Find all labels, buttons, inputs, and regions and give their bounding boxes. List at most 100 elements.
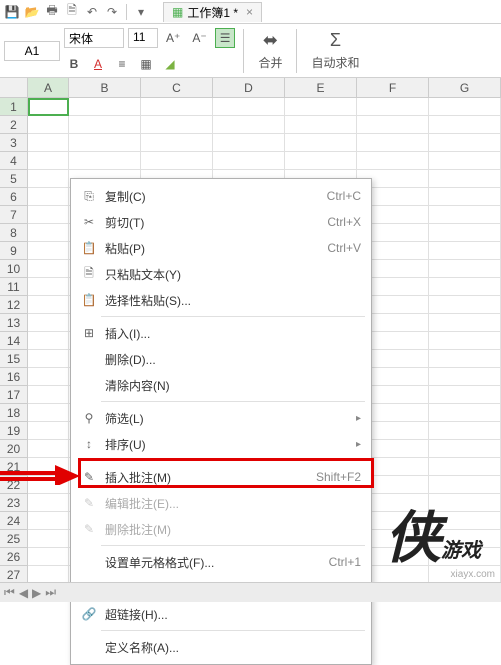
cell[interactable] [28,224,69,242]
row-header[interactable]: 20 [0,440,28,458]
cell[interactable] [429,314,501,332]
row-header[interactable]: 2 [0,116,28,134]
cell[interactable] [141,134,213,152]
cell[interactable] [69,116,141,134]
cell[interactable] [69,134,141,152]
cell[interactable] [28,314,69,332]
cell[interactable] [28,350,69,368]
menu-item[interactable]: 删除(D)... [71,346,371,372]
first-sheet-icon[interactable]: ⏮ [4,585,15,600]
font-color-button[interactable]: A [88,54,108,74]
menu-item[interactable]: 设置单元格格式(F)...Ctrl+1 [71,549,371,575]
merge-button[interactable]: ⬌ 合并 [252,28,288,73]
print-icon[interactable]: 🖶 [44,4,60,20]
cell[interactable] [429,494,501,512]
cell[interactable] [429,242,501,260]
cell[interactable] [429,350,501,368]
cell[interactable] [141,152,213,170]
cell[interactable] [213,116,285,134]
cell[interactable] [429,224,501,242]
prev-sheet-icon[interactable]: ◀ [19,586,28,600]
cell[interactable] [429,170,501,188]
font-select[interactable]: 宋体 [64,28,124,48]
cell[interactable] [28,422,69,440]
cell[interactable] [69,152,141,170]
cell[interactable] [28,206,69,224]
cell[interactable] [28,530,69,548]
menu-item[interactable]: 清除内容(N) [71,372,371,398]
cell[interactable] [28,134,69,152]
menu-item[interactable]: ✂剪切(T)Ctrl+X [71,209,371,235]
cell[interactable] [429,206,501,224]
column-header[interactable]: F [357,78,429,97]
menu-item[interactable]: ⎘复制(C)Ctrl+C [71,183,371,209]
increase-font-button[interactable]: A⁺ [162,28,184,48]
column-header[interactable]: D [213,78,285,97]
cell[interactable] [28,494,69,512]
row-header[interactable]: 19 [0,422,28,440]
cell[interactable] [141,116,213,134]
cell[interactable] [28,332,69,350]
cell[interactable] [429,116,501,134]
undo-icon[interactable]: ↶ [84,4,100,20]
cell[interactable] [285,116,357,134]
bold-button[interactable]: B [64,54,84,74]
column-header[interactable]: C [141,78,213,97]
cell[interactable] [285,152,357,170]
cell[interactable] [28,386,69,404]
spreadsheet-grid[interactable]: ABCDEFG 12345678910111213141516171819202… [0,78,501,582]
cell[interactable] [429,440,501,458]
autosum-button[interactable]: Σ 自动求和 [305,28,365,73]
cell[interactable] [28,368,69,386]
workbook-tab[interactable]: ▦ 工作簿1 * × [163,2,262,22]
cell[interactable] [285,134,357,152]
cell[interactable] [213,98,285,116]
cell[interactable] [429,296,501,314]
cell[interactable] [429,332,501,350]
cell[interactable] [429,98,501,116]
row-header[interactable]: 5 [0,170,28,188]
cell[interactable] [429,368,501,386]
column-header[interactable]: B [69,78,141,97]
cell[interactable] [28,512,69,530]
cell[interactable] [429,458,501,476]
decrease-font-button[interactable]: A⁻ [188,28,210,48]
menu-item[interactable]: 🗎只粘贴文本(Y) [71,261,371,287]
wrap-text-button[interactable]: ☰ [215,28,236,48]
row-header[interactable]: 17 [0,386,28,404]
cell[interactable] [28,170,69,188]
cell[interactable] [429,548,501,566]
borders-button[interactable]: ▦ [136,54,156,74]
dropdown-icon[interactable]: ▾ [133,4,149,20]
fill-color-button[interactable]: ◢ [160,54,180,74]
cell[interactable] [429,530,501,548]
cell[interactable] [429,386,501,404]
row-header[interactable]: 4 [0,152,28,170]
cell[interactable] [429,152,501,170]
column-header[interactable]: E [285,78,357,97]
menu-item[interactable]: 📋选择性粘贴(S)... [71,287,371,313]
menu-item[interactable]: ⚲筛选(L)▸ [71,405,371,431]
cell[interactable] [28,404,69,422]
cell[interactable] [429,260,501,278]
cell[interactable] [28,548,69,566]
preview-icon[interactable]: 🗎 [64,4,80,20]
menu-item[interactable]: 🔗超链接(H)... [71,601,371,627]
cell[interactable] [285,98,357,116]
row-header[interactable]: 11 [0,278,28,296]
row-header[interactable]: 1 [0,98,28,116]
cell[interactable] [213,134,285,152]
cell[interactable] [28,260,69,278]
cell[interactable] [141,98,213,116]
row-header[interactable]: 14 [0,332,28,350]
cell[interactable] [357,134,429,152]
menu-item[interactable]: 📋粘贴(P)Ctrl+V [71,235,371,261]
row-header[interactable]: 7 [0,206,28,224]
size-select[interactable]: 11 [128,28,158,48]
save-icon[interactable]: 💾 [4,4,20,20]
row-header[interactable]: 15 [0,350,28,368]
menu-item[interactable]: ↕排序(U)▸ [71,431,371,457]
name-box[interactable]: A1 [4,41,60,61]
row-header[interactable]: 8 [0,224,28,242]
row-header[interactable]: 3 [0,134,28,152]
